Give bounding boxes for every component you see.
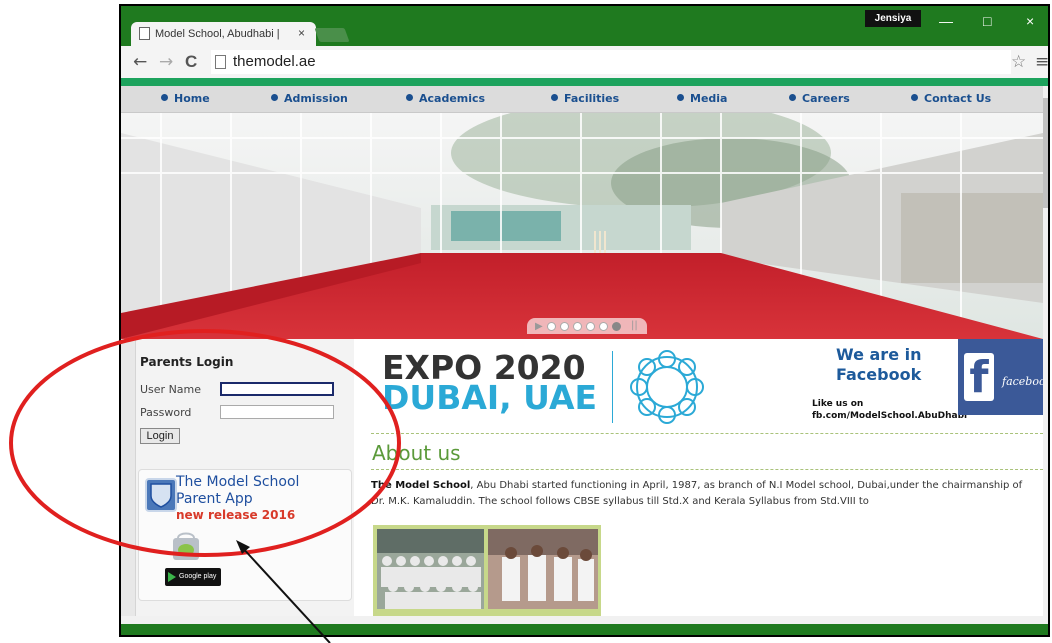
scrollbar-thumb[interactable] xyxy=(1043,98,1048,208)
page-icon xyxy=(139,27,150,40)
bullet-icon xyxy=(271,94,278,101)
hero-banner-image: ▶ || xyxy=(121,113,1043,339)
vertical-scrollbar[interactable] xyxy=(1043,86,1048,624)
profile-name-badge[interactable]: Jensiya xyxy=(865,10,921,27)
facebook-like-label: Like us on xyxy=(812,399,864,409)
content-area: Parents Login User Name Password Login T… xyxy=(121,339,1043,624)
android-icon xyxy=(169,528,203,562)
pause-icon[interactable]: || xyxy=(631,320,638,331)
back-icon[interactable]: ← xyxy=(133,53,147,71)
bullet-icon xyxy=(911,94,918,101)
page-icon xyxy=(215,55,226,69)
slide-dot-active[interactable] xyxy=(612,322,621,331)
expo-logo-icon xyxy=(622,347,712,427)
bullet-icon xyxy=(161,94,168,101)
bullet-icon xyxy=(789,94,796,101)
nav-careers[interactable]: Careers xyxy=(789,92,850,105)
browser-tab[interactable]: Model School, Abudhabi | × xyxy=(131,22,316,46)
url-text: themodel.ae xyxy=(233,53,316,70)
slideshow-controls: ▶ || xyxy=(527,318,647,334)
slide-dot[interactable] xyxy=(599,322,608,331)
facebook-f-icon: f xyxy=(964,353,994,403)
divider xyxy=(371,433,1043,434)
facebook-heading-line2: Facebook xyxy=(836,365,922,384)
google-play-label: Google play xyxy=(179,573,217,580)
user-name-input[interactable] xyxy=(220,382,334,396)
app-release-note: new release 2016 xyxy=(176,508,296,522)
lab-coat-students-photo xyxy=(488,529,598,609)
menu-icon[interactable]: ≡ xyxy=(1035,52,1048,72)
left-sidebar: Parents Login User Name Password Login T… xyxy=(135,339,355,618)
bullet-icon xyxy=(551,94,558,101)
school-crest-icon xyxy=(145,478,177,512)
slide-dot[interactable] xyxy=(573,322,582,331)
main-content: EXPO 2020 DUBAI, UAE We are in Facebook … xyxy=(354,339,1043,624)
nav-admission[interactable]: Admission xyxy=(271,92,348,105)
nav-media[interactable]: Media xyxy=(677,92,727,105)
browser-window: Model School, Abudhabi | × Jensiya — □ ×… xyxy=(119,4,1050,637)
play-store-icon xyxy=(168,572,176,582)
slide-dot[interactable] xyxy=(560,322,569,331)
tab-close-icon[interactable]: × xyxy=(298,26,305,40)
app-title-line1: The Model School xyxy=(176,474,300,490)
about-paragraph: The Model School, Abu Dhabi started func… xyxy=(371,478,1039,510)
new-tab-button[interactable] xyxy=(314,28,350,42)
facebook-heading-line1: We are in xyxy=(836,345,922,364)
play-icon[interactable]: ▶ xyxy=(535,321,543,332)
facebook-link[interactable]: fb.com/ModelSchool.AbuDhabi xyxy=(812,411,967,421)
login-button[interactable]: Login xyxy=(140,428,180,444)
address-bar[interactable]: themodel.ae xyxy=(211,50,1011,74)
nav-academics[interactable]: Academics xyxy=(406,92,485,105)
user-name-label: User Name xyxy=(140,383,202,396)
close-window-icon[interactable]: × xyxy=(1026,14,1034,28)
slide-dot[interactable] xyxy=(586,322,595,331)
bullet-icon xyxy=(406,94,413,101)
minimize-icon[interactable]: — xyxy=(939,14,953,28)
reload-icon[interactable]: C xyxy=(185,53,197,71)
google-play-badge[interactable]: Google play xyxy=(165,568,221,586)
site-nav: Home Admission Academics Facilities Medi… xyxy=(121,86,1043,113)
password-input[interactable] xyxy=(220,405,334,419)
school-name-bold: The Model School xyxy=(371,480,471,491)
page-viewport: Home Admission Academics Facilities Medi… xyxy=(121,86,1048,624)
maximize-icon[interactable]: □ xyxy=(983,14,991,28)
nav-home[interactable]: Home xyxy=(161,92,210,105)
cricket-net-photo xyxy=(121,113,1043,339)
expo-divider xyxy=(612,351,613,423)
facebook-badge[interactable]: f faceboo xyxy=(958,339,1043,415)
browser-toolbar: ← → C themodel.ae ☆ ≡ xyxy=(121,46,1048,78)
app-title-line2: Parent App xyxy=(176,491,253,507)
horizontal-scrollbar[interactable] xyxy=(121,616,1043,624)
parents-login-title: Parents Login xyxy=(140,355,234,369)
nav-contact-us[interactable]: Contact Us xyxy=(911,92,991,105)
site-top-stripe xyxy=(121,78,1048,86)
nav-facilities[interactable]: Facilities xyxy=(551,92,619,105)
tab-strip: Model School, Abudhabi | × Jensiya — □ × xyxy=(121,6,1048,46)
password-label: Password xyxy=(140,406,192,419)
students-group-photo xyxy=(377,529,484,609)
parent-app-promo[interactable]: The Model School Parent App new release … xyxy=(138,469,352,601)
bookmark-star-icon[interactable]: ☆ xyxy=(1011,52,1026,72)
about-us-heading: About us xyxy=(372,441,461,465)
tab-title: Model School, Abudhabi | xyxy=(155,28,280,40)
facebook-wordmark: faceboo xyxy=(1002,375,1043,388)
slide-dot[interactable] xyxy=(547,322,556,331)
divider xyxy=(371,469,1043,470)
expo-title-line2: DUBAI, UAE xyxy=(382,378,598,417)
forward-icon[interactable]: → xyxy=(159,53,173,71)
bullet-icon xyxy=(677,94,684,101)
